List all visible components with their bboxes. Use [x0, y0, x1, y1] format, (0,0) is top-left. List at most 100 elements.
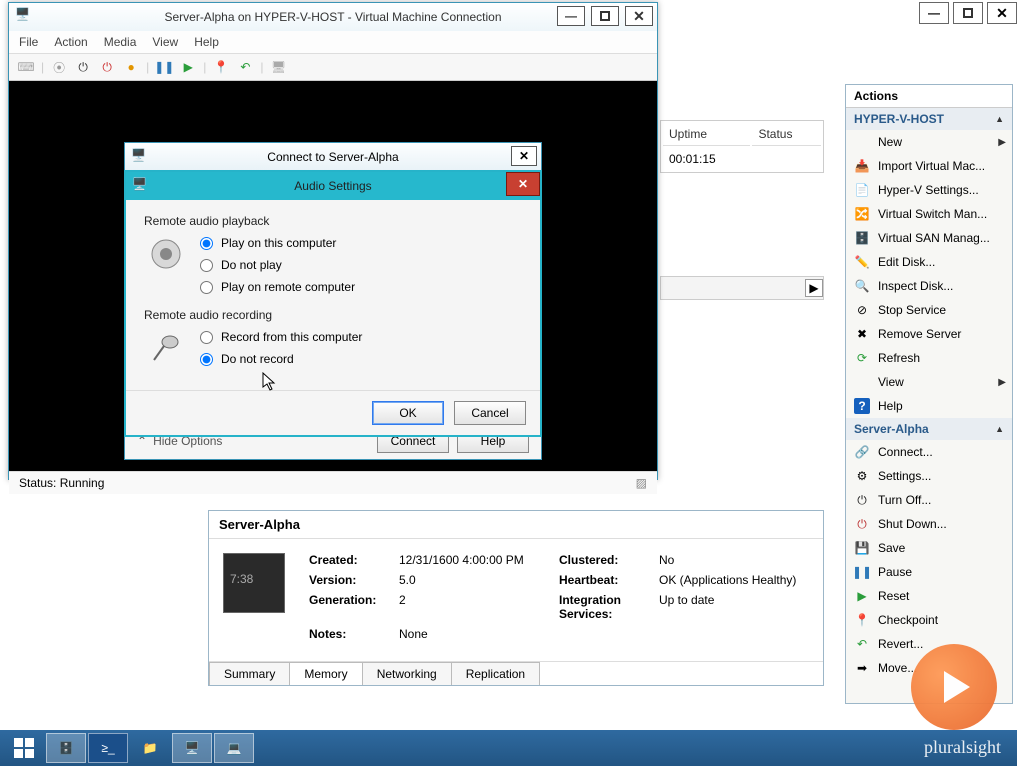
value-notes: None — [399, 627, 549, 641]
action-edit-disk[interactable]: ✏️Edit Disk... — [846, 250, 1012, 274]
help-icon: ? — [854, 398, 870, 414]
ctrl-alt-del-button[interactable]: ⌨ — [17, 58, 35, 76]
collapse-icon[interactable]: ▲ — [995, 114, 1004, 124]
column-uptime[interactable]: Uptime — [663, 123, 750, 146]
audio-dialog-title: Audio Settings — [294, 179, 371, 193]
taskbar-vmconnect[interactable]: 💻 — [214, 733, 254, 763]
taskbar-hyperv-manager[interactable]: 🖥️ — [172, 733, 212, 763]
collapse-icon[interactable]: ▲ — [995, 424, 1004, 434]
table-row[interactable]: 00:01:15 — [663, 148, 821, 170]
recording-group-label: Remote audio recording — [144, 308, 522, 322]
save-button[interactable]: ● — [122, 58, 140, 76]
enhanced-session-button[interactable]: 🖥 — [270, 58, 288, 76]
vmc-minimize-button[interactable]: — — [557, 6, 585, 26]
audio-dialog-titlebar[interactable]: 🖥️ Audio Settings ✕ — [126, 172, 540, 200]
save-icon: 💾 — [854, 540, 870, 556]
audio-settings-dialog: 🖥️ Audio Settings ✕ Remote audio playbac… — [124, 170, 542, 437]
revert-button[interactable]: ↶ — [236, 58, 254, 76]
vmc-close-button[interactable]: ✕ — [625, 6, 653, 26]
menu-view[interactable]: View — [152, 35, 178, 49]
resize-grip-icon[interactable]: ▨ — [636, 476, 647, 490]
radio-do-not-record[interactable] — [200, 353, 213, 366]
value-heartbeat: OK (Applications Healthy) — [659, 573, 809, 587]
vmconnect-titlebar[interactable]: 🖥️ Server-Alpha on HYPER-V-HOST - Virtua… — [9, 3, 657, 31]
label-integration: Integration Services: — [559, 593, 649, 621]
action-view[interactable]: View▶ — [846, 370, 1012, 394]
gear-icon: ⚙ — [854, 468, 870, 484]
action-stop-service[interactable]: ⊘Stop Service — [846, 298, 1012, 322]
taskbar-server-manager[interactable]: 🗄️ — [46, 733, 86, 763]
menu-help[interactable]: Help — [194, 35, 219, 49]
vm-list-hscroll[interactable]: ▶ — [660, 276, 824, 300]
audio-dialog-close-button[interactable]: ✕ — [506, 172, 540, 196]
action-shutdown[interactable]: ⏻Shut Down... — [846, 512, 1012, 536]
connect-dialog-icon: 🖥️ — [131, 148, 146, 162]
refresh-icon: ⟳ — [854, 350, 870, 366]
action-settings[interactable]: ⚙Settings... — [846, 464, 1012, 488]
host-minimize-button[interactable]: — — [919, 2, 949, 24]
vmc-maximize-button[interactable] — [591, 6, 619, 26]
tab-summary[interactable]: Summary — [209, 662, 290, 685]
action-pause[interactable]: ❚❚Pause — [846, 560, 1012, 584]
vmconnect-toolbar: ⌨ | ⦿ ⏻ ⏻ ● | ❚❚ ▶ | 📍 ↶ | 🖥 — [9, 54, 657, 81]
vm-thumbnail: 7:38 — [223, 553, 285, 613]
checkpoint-button[interactable]: 📍 — [212, 58, 230, 76]
column-status[interactable]: Status — [752, 123, 821, 146]
action-virtual-san[interactable]: 🗄️Virtual SAN Manag... — [846, 226, 1012, 250]
value-created: 12/31/1600 4:00:00 PM — [399, 553, 549, 567]
shutdown-icon: ⏻ — [854, 516, 870, 532]
tab-replication[interactable]: Replication — [451, 662, 540, 685]
playback-group: Remote audio playback Play on this compu… — [144, 214, 522, 294]
taskbar: 🗄️ ≥_ 📁 🖥️ 💻 pluralsight — [0, 730, 1017, 766]
action-inspect-disk[interactable]: 🔍Inspect Disk... — [846, 274, 1012, 298]
move-icon: ➡ — [854, 660, 870, 676]
radio-play-on-remote[interactable] — [200, 281, 213, 294]
actions-section-host[interactable]: HYPER-V-HOST▲ — [846, 108, 1012, 130]
label-generation: Generation: — [309, 593, 389, 621]
menu-media[interactable]: Media — [104, 35, 137, 49]
pause-button[interactable]: ❚❚ — [155, 58, 173, 76]
cancel-button[interactable]: Cancel — [454, 401, 526, 425]
shutdown-button[interactable]: ⏻ — [98, 58, 116, 76]
start-button[interactable]: ⦿ — [50, 58, 68, 76]
host-close-button[interactable]: ✕ — [987, 2, 1017, 24]
action-refresh[interactable]: ⟳Refresh — [846, 346, 1012, 370]
audio-dialog-icon: 🖥️ — [132, 177, 147, 191]
action-turnoff[interactable]: ⏻Turn Off... — [846, 488, 1012, 512]
vm-details-tabs: Summary Memory Networking Replication — [209, 661, 823, 685]
radio-record-from-this-computer[interactable] — [200, 331, 213, 344]
actions-section-vm[interactable]: Server-Alpha▲ — [846, 418, 1012, 440]
radio-do-not-play[interactable] — [200, 259, 213, 272]
label-created: Created: — [309, 553, 389, 567]
ok-button[interactable]: OK — [372, 401, 444, 425]
action-save[interactable]: 💾Save — [846, 536, 1012, 560]
label-notes: Notes: — [309, 627, 389, 641]
tab-memory[interactable]: Memory — [289, 662, 362, 685]
host-maximize-button[interactable] — [953, 2, 983, 24]
scroll-right-icon[interactable]: ▶ — [805, 279, 823, 297]
action-connect[interactable]: 🔗Connect... — [846, 440, 1012, 464]
action-import-vm[interactable]: 📥Import Virtual Mac... — [846, 154, 1012, 178]
menu-file[interactable]: File — [19, 35, 38, 49]
action-help[interactable]: ?Help — [846, 394, 1012, 418]
action-new[interactable]: New▶ — [846, 130, 1012, 154]
action-checkpoint[interactable]: 📍Checkpoint — [846, 608, 1012, 632]
turnoff-button[interactable]: ⏻ — [74, 58, 92, 76]
mouse-cursor-icon — [262, 372, 276, 392]
action-remove-server[interactable]: ✖Remove Server — [846, 322, 1012, 346]
connect-dialog-titlebar[interactable]: 🖥️ Connect to Server-Alpha ✕ — [125, 143, 541, 171]
connect-dialog-close-button[interactable]: ✕ — [511, 146, 537, 166]
taskbar-powershell[interactable]: ≥_ — [88, 733, 128, 763]
tab-networking[interactable]: Networking — [362, 662, 452, 685]
taskbar-explorer[interactable]: 📁 — [130, 733, 170, 763]
vm-details-title: Server-Alpha — [209, 511, 823, 539]
speaker-icon — [148, 236, 184, 272]
action-hyperv-settings[interactable]: 📄Hyper-V Settings... — [846, 178, 1012, 202]
start-button[interactable] — [4, 733, 44, 763]
action-virtual-switch[interactable]: 🔀Virtual Switch Man... — [846, 202, 1012, 226]
menu-action[interactable]: Action — [54, 35, 87, 49]
radio-play-on-this-computer[interactable] — [200, 237, 213, 250]
reset-button[interactable]: ▶ — [179, 58, 197, 76]
action-reset[interactable]: ▶Reset — [846, 584, 1012, 608]
vm-details-pane: Server-Alpha 7:38 Created: 12/31/1600 4:… — [208, 510, 824, 686]
